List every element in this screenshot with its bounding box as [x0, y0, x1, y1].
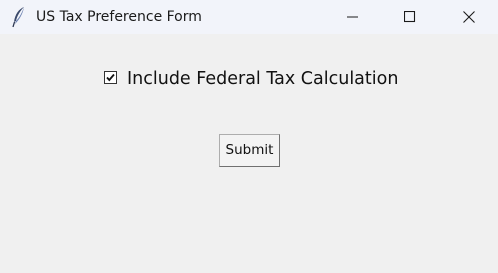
maximize-icon — [404, 11, 416, 23]
close-icon — [463, 11, 475, 23]
checkmark-icon — [106, 73, 115, 82]
minimize-button[interactable] — [330, 0, 376, 34]
maximize-button[interactable] — [387, 0, 433, 34]
federal-tax-label[interactable]: Include Federal Tax Calculation — [127, 67, 398, 91]
feather-icon — [11, 6, 27, 28]
minimize-icon — [347, 16, 358, 18]
title-bar[interactable]: US Tax Preference Form — [0, 0, 498, 34]
federal-tax-checkbox[interactable] — [104, 71, 117, 84]
app-window: US Tax Preference Form Include Federal T… — [0, 0, 498, 273]
window-title: US Tax Preference Form — [36, 9, 202, 25]
close-button[interactable] — [446, 0, 492, 34]
submit-button[interactable]: Submit — [219, 134, 280, 167]
